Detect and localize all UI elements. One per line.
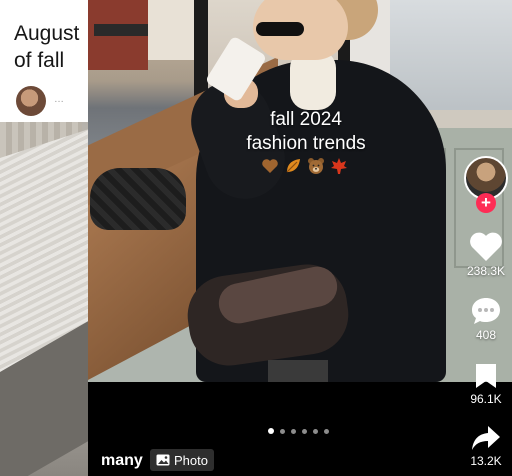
brown-heart-icon	[262, 159, 278, 173]
follow-button[interactable]: +	[476, 193, 496, 213]
post-photo[interactable]	[88, 0, 512, 382]
share-count: 13.2K	[470, 454, 502, 468]
comment-button[interactable]: 408	[456, 296, 512, 342]
maple-leaf-icon	[331, 158, 347, 174]
emoji-row	[260, 156, 349, 176]
heart-icon	[470, 232, 502, 261]
leaf-icon	[286, 159, 300, 173]
bear-icon	[308, 158, 324, 174]
photo-icon	[156, 454, 170, 466]
caption-overlay: fall 2024 fashion trends	[208, 108, 404, 156]
share-icon	[472, 426, 500, 450]
carousel-dot[interactable]	[302, 428, 307, 434]
photo-badge: Photo	[150, 449, 214, 471]
woven-bag	[90, 168, 186, 230]
previous-post-preview[interactable]: August of fall …	[0, 0, 88, 476]
carousel-dot[interactable]	[280, 428, 285, 434]
save-button[interactable]: 96.1K	[456, 362, 512, 406]
carousel-dot[interactable]	[291, 428, 296, 434]
like-button[interactable]: 238.3K	[456, 232, 512, 278]
carousel-indicator[interactable]	[268, 428, 329, 434]
author-name[interactable]: many	[101, 452, 143, 470]
stool	[268, 360, 328, 382]
comment-icon	[472, 298, 500, 324]
bookmark-icon	[476, 364, 496, 388]
previous-post-photo	[0, 122, 88, 476]
caption-line-2: fashion trends	[246, 133, 366, 154]
post-type-label: Photo	[174, 452, 208, 468]
carousel-dot[interactable]	[324, 428, 329, 434]
previous-post-ellipsis: …	[54, 94, 65, 105]
shop-sign	[94, 24, 148, 36]
sunglasses	[256, 22, 304, 36]
caption-line-1: fall 2024	[270, 109, 342, 130]
like-count: 238.3K	[466, 264, 506, 278]
previous-post-title: August of fall	[14, 22, 80, 72]
avatar[interactable]	[16, 86, 46, 116]
save-count: 96.1K	[470, 392, 502, 406]
carousel-dot[interactable]	[313, 428, 318, 434]
building	[148, 0, 198, 60]
comment-count: 408	[475, 328, 497, 342]
previous-post-card[interactable]: August of fall …	[0, 0, 88, 122]
carousel-dot[interactable]	[268, 428, 274, 434]
share-button[interactable]: 13.2K	[456, 424, 512, 468]
building	[88, 0, 148, 70]
video-player[interactable]: fall 2024 fashion trends + 238.3K 408 96…	[88, 0, 512, 476]
